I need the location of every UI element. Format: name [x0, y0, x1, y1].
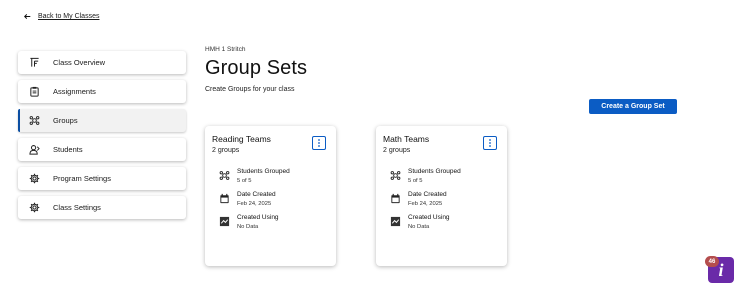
kebab-menu-icon: [489, 139, 491, 147]
info-icon: i: [718, 259, 724, 280]
card-group-count: 2 groups: [383, 147, 411, 154]
stat-created-using: Created Using No Data: [218, 214, 279, 230]
sidebar-item-label: Class Overview: [53, 58, 106, 67]
calendar-icon: [218, 192, 230, 204]
clipboard-icon: [28, 86, 40, 98]
gear-icon: [28, 202, 40, 214]
sidebar-item-label: Class Settings: [53, 203, 101, 212]
sidebar-item-class-settings[interactable]: Class Settings: [18, 196, 186, 219]
card-title: Reading Teams: [212, 134, 271, 144]
stat-date-created: Date Created Feb 24, 2025: [389, 191, 447, 207]
students-icon: [28, 144, 40, 156]
stat-label: Created Using: [408, 214, 450, 221]
stat-date-created: Date Created Feb 24, 2025: [218, 191, 276, 207]
group-set-card[interactable]: Reading Teams 2 groups Students Grouped …: [205, 126, 336, 266]
trend-icon: [218, 215, 230, 227]
page-subtitle: Create Groups for your class: [205, 86, 295, 93]
stat-value: No Data: [237, 224, 259, 230]
gear-icon: [28, 173, 40, 185]
stat-label: Date Created: [237, 191, 276, 198]
sidebar-item-label: Groups: [53, 116, 78, 125]
stat-students-grouped: Students Grouped 5 of 5: [389, 168, 461, 184]
sidebar-item-label: Assignments: [53, 87, 96, 96]
calendar-icon: [389, 192, 401, 204]
notification-count-badge: 46: [705, 256, 719, 267]
class-name: HMH 1 Stritch: [205, 46, 246, 53]
groups-icon: [28, 115, 40, 127]
stat-label: Students Grouped: [237, 168, 290, 175]
card-group-count: 2 groups: [212, 147, 240, 154]
stat-students-grouped: Students Grouped 5 of 5: [218, 168, 290, 184]
group-set-card[interactable]: Math Teams 2 groups Students Grouped 5 o…: [376, 126, 507, 266]
arrow-back-icon: [24, 14, 31, 19]
groups-icon: [389, 169, 401, 181]
kebab-menu-icon: [318, 139, 320, 147]
sidebar-item-class-overview[interactable]: Class Overview: [18, 51, 186, 74]
stat-value: Feb 24, 2025: [237, 201, 272, 207]
sidebar-item-label: Program Settings: [53, 174, 111, 183]
trend-icon: [389, 215, 401, 227]
sidebar-nav: Class Overview Assignments Groups Studen…: [18, 51, 186, 225]
card-title: Math Teams: [383, 134, 430, 144]
stat-value: 5 of 5: [237, 178, 252, 184]
sidebar-item-groups[interactable]: Groups: [18, 109, 186, 132]
create-group-set-button[interactable]: Create a Group Set: [589, 99, 677, 114]
stat-label: Created Using: [237, 214, 279, 221]
groups-icon: [218, 169, 230, 181]
class-overview-icon: [28, 57, 40, 69]
back-to-classes-link[interactable]: Back to My Classes: [24, 13, 99, 20]
stat-label: Date Created: [408, 191, 447, 198]
stat-value: Feb 24, 2025: [408, 201, 443, 207]
sidebar-item-students[interactable]: Students: [18, 138, 186, 161]
page-title: Group Sets: [205, 57, 308, 79]
sidebar-item-program-settings[interactable]: Program Settings: [18, 167, 186, 190]
back-link-label: Back to My Classes: [38, 13, 100, 20]
card-menu-button[interactable]: [312, 136, 326, 150]
stat-value: No Data: [408, 224, 430, 230]
sidebar-item-assignments[interactable]: Assignments: [18, 80, 186, 103]
stat-created-using: Created Using No Data: [389, 214, 450, 230]
card-menu-button[interactable]: [483, 136, 497, 150]
stat-value: 5 of 5: [408, 178, 423, 184]
stat-label: Students Grouped: [408, 168, 461, 175]
sidebar-item-label: Students: [53, 145, 83, 154]
